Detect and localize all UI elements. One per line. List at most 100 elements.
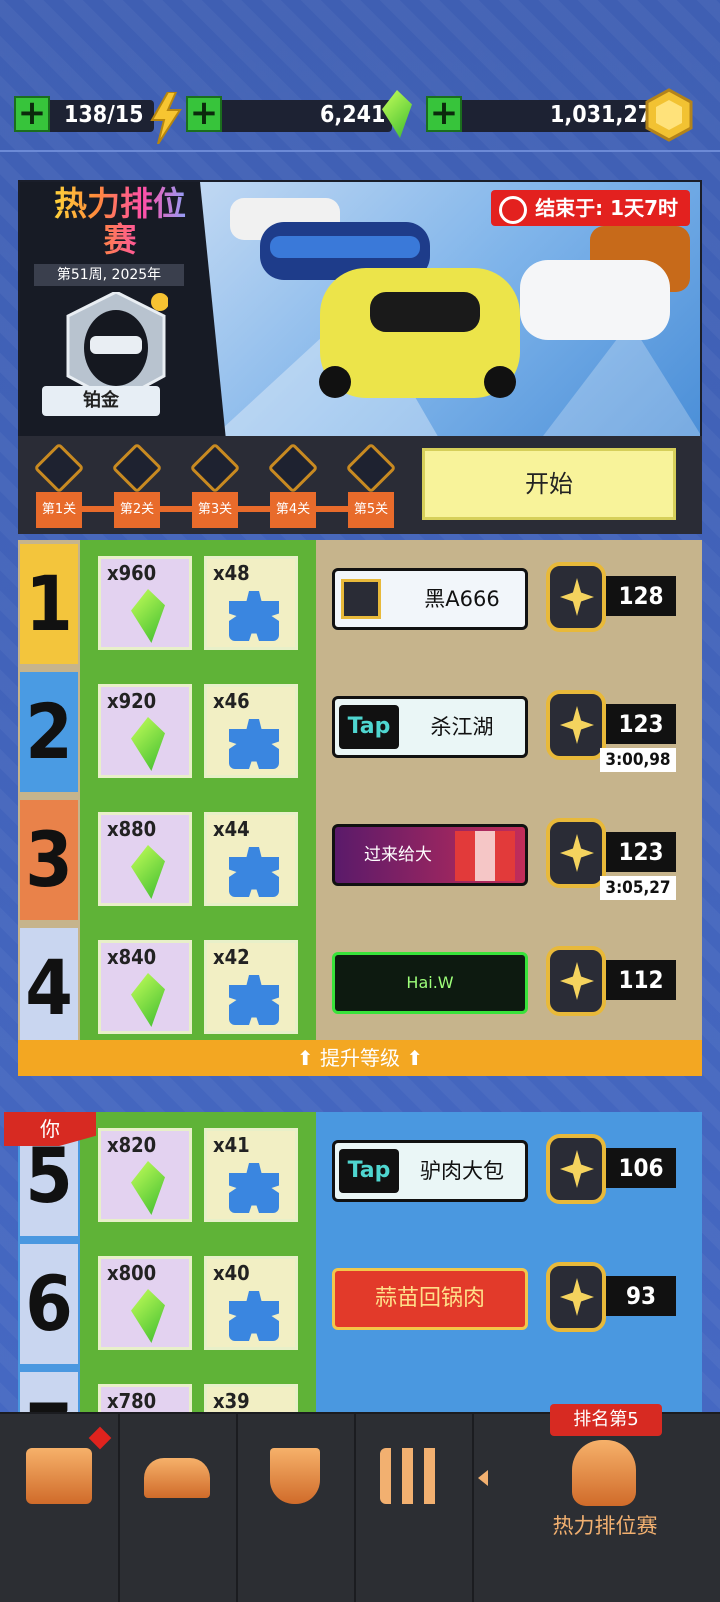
leaderboard-row[interactable]: 4 x840 x42 Hai.W 112 [18,924,702,1052]
gem-reward: x780 [98,1384,192,1412]
player-info: 黑A666 128 [318,540,702,668]
rank-badge: 排名第5 [550,1404,662,1436]
add-energy-button[interactable]: + [14,96,50,132]
energy-value: 138/15 [64,102,144,128]
leaderboard-row[interactable]: 6 x800 x40 蒜苗回锅肉 93 [18,1240,702,1368]
event-title: 热力排位赛 [50,186,190,258]
gem-reward-count: x840 [107,945,157,969]
leaderboard-row[interactable]: 1 x960 x48 黑A666 128 [18,540,702,668]
stage-label: 第2关 [114,492,160,528]
nav-heat-ranking[interactable]: 排名第5 热力排位赛 [490,1404,720,1602]
reward-panel: x880 x44 [80,796,316,924]
rank-number: 2 [20,672,78,792]
gem-reward: x800 [98,1256,192,1350]
player-info: 过来给大 123 3:05,27 [318,796,702,924]
gem-reward: x840 [98,940,192,1034]
rank-medal-icon [546,1262,606,1332]
event-timer: 结束于: 1天7时 [491,190,690,226]
race-time: 3:00,98 [600,748,676,772]
star-icon [560,706,594,744]
event-banner[interactable]: 热力排位赛 第51周, 2025年 铂金 结束于: 1天7时 [18,180,702,438]
gem-reward-count: x820 [107,1133,157,1157]
nav-trophy[interactable] [236,1414,356,1602]
gem-reward-count: x920 [107,689,157,713]
header-divider [0,150,720,152]
gem-icon [131,717,165,771]
plate-text: Hai.W [406,973,454,992]
puzzle-icon [229,847,279,897]
coins-counter[interactable]: + 1,031,276 [426,88,693,142]
start-button[interactable]: 开始 [422,448,676,520]
stage-label: 第1关 [36,492,82,528]
helmet-icon [572,1440,636,1506]
reward-panel: x960 x48 [80,540,316,668]
reward-panel: x800 x40 [80,1240,316,1368]
puzzle-reward-count: x42 [213,945,250,969]
rank-medal-icon [546,562,606,632]
leaderboard-row[interactable]: 3 x880 x44 过来给大 123 3:05,27 [18,796,702,924]
stage-badge-icon [345,442,397,494]
plate-text: 驴肉大包 [420,1159,504,1183]
nav-race[interactable] [354,1414,474,1602]
stage-badge-icon [33,442,85,494]
rank-medal-icon [546,946,606,1016]
plate-text: 蒜苗回锅肉 [374,1286,485,1311]
stage-1[interactable]: 第1关 [33,442,85,528]
rank-number: 3 [20,800,78,920]
stage-2[interactable]: 第2关 [111,442,163,528]
puzzle-reward-count: x40 [213,1261,250,1285]
gems-counter[interactable]: + 6,241 [186,90,412,138]
gem-reward: x880 [98,812,192,906]
gem-icon [131,1289,165,1343]
car-icon [144,1458,210,1498]
player-info: Tap 驴肉大包 106 [318,1112,702,1240]
puzzle-reward: x39 [204,1384,298,1412]
star-icon [560,834,594,872]
add-gems-button[interactable]: + [186,96,222,132]
score: 93 [606,1276,676,1316]
star-icon [560,962,594,1000]
puzzle-reward: x40 [204,1256,298,1350]
stage-badge-icon [267,442,319,494]
rank-medal-icon [546,818,606,888]
player-info: 蒜苗回锅肉 93 [318,1240,702,1368]
reward-panel: x820 x41 [80,1112,316,1240]
score: 123 [606,704,676,744]
leaderboard-row[interactable]: 2 x920 x46 Tap 杀江湖 123 3:00,98 [18,668,702,796]
puzzle-reward: x44 [204,812,298,906]
clock-icon [499,196,528,224]
nav-cars[interactable] [118,1414,238,1602]
pixelated-mask [455,831,515,881]
license-plate: 黑A666 [332,568,528,630]
checkered-flags-icon [380,1448,446,1504]
add-coins-button[interactable]: + [426,96,462,132]
energy-counter[interactable]: + 138/15 [14,92,182,144]
license-plate: Tap 杀江湖 [332,696,528,758]
puzzle-reward-count: x41 [213,1133,250,1157]
star-icon [560,1150,594,1188]
rank-medal-icon [546,690,606,760]
tap-logo: Tap [339,1149,399,1193]
puzzle-reward-count: x39 [213,1389,250,1412]
license-plate: 蒜苗回锅肉 [332,1268,528,1330]
stage-3[interactable]: 第3关 [189,442,241,528]
race-time: 3:05,27 [600,876,676,900]
gem-reward: x920 [98,684,192,778]
leaderboard-row-you[interactable]: 5 x820 x41 Tap 驴肉大包 106 [18,1112,702,1240]
gem-icon [131,1161,165,1215]
rank-number: 7 [20,1372,78,1412]
puzzle-reward: x41 [204,1128,298,1222]
puzzle-icon [229,591,279,641]
gem-icon [131,973,165,1027]
puzzle-icon [229,1163,279,1213]
stage-badge-icon [189,442,241,494]
trophy-icon [270,1448,320,1504]
garage-icon [26,1448,92,1504]
license-plate: Hai.W [332,952,528,1014]
stage-4[interactable]: 第4关 [267,442,319,528]
score: 106 [606,1148,676,1188]
puzzle-reward-count: x48 [213,561,250,585]
tier-label: 铂金 [42,386,160,416]
nav-garage[interactable] [0,1414,120,1602]
stage-5[interactable]: 第5关 [345,442,397,528]
